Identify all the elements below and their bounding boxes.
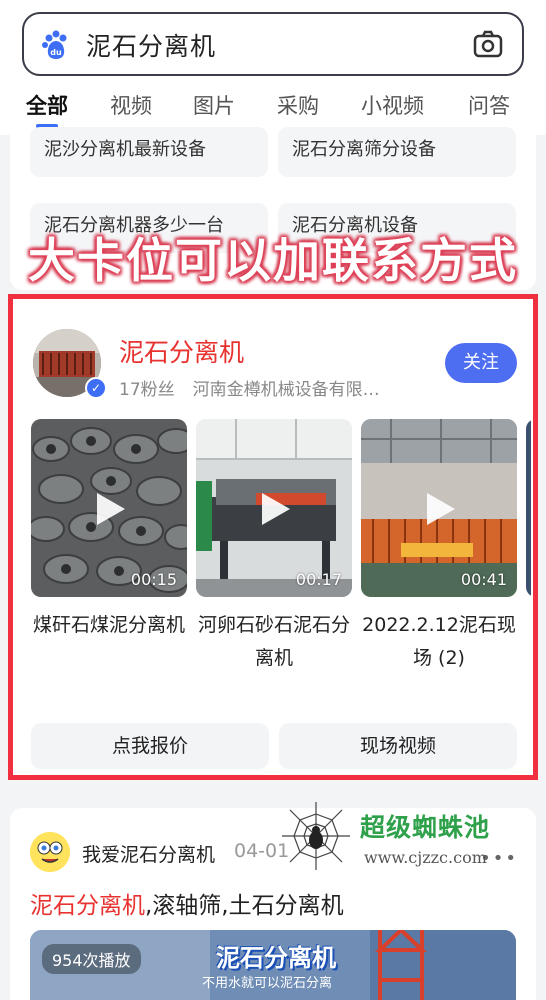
related-search-chip[interactable]: 泥石分离筛分设备 (278, 127, 516, 177)
watermark-url: www.cjzzc.com (364, 848, 487, 867)
tab-bar: 全部 视频 图片 采购 小视频 问答 (0, 88, 546, 128)
cartoon-avatar-icon (30, 832, 70, 872)
annotation-overlay: 大卡位可以加联系方式 (28, 234, 518, 289)
video-duration: 00:41 (460, 570, 507, 589)
video-duration: 00:15 (130, 570, 177, 589)
spider-web-icon (282, 802, 350, 870)
result-video-thumbnail[interactable]: 954次播放 泥石分离机 不用水就可以泥石分离 (30, 930, 516, 1000)
play-icon[interactable] (256, 491, 292, 527)
tab-images[interactable]: 图片 (193, 90, 235, 120)
profile-name[interactable]: 泥石分离机 (119, 333, 244, 369)
video-carousel[interactable]: 00:15 煤矸石煤泥分离机 00:17 河卵石砂石泥石分离机 00:41 20… (31, 419, 531, 699)
video-thumbnail[interactable]: 00:17 (196, 419, 352, 597)
watermark-title: 超级蜘蛛池 (360, 813, 491, 842)
video-thumbnail[interactable]: 00:15 (31, 419, 187, 597)
video-thumbnail[interactable] (526, 419, 531, 597)
video-title[interactable]: 煤矸石煤泥分离机 (31, 609, 187, 642)
company-name: 河南金樽机械设备有限… (192, 380, 380, 400)
tab-all[interactable]: 全部 (26, 90, 68, 120)
result-title[interactable]: 泥石分离机,滚轴筛,土石分离机 (30, 886, 344, 920)
avatar[interactable] (30, 832, 70, 872)
video-title[interactable]: 2022.2.12泥石现场 (2) (361, 609, 517, 675)
follow-button[interactable]: 关注 (445, 343, 517, 383)
search-input[interactable]: du 泥石分离机 (22, 12, 524, 76)
play-icon[interactable] (91, 491, 127, 527)
video-title[interactable]: 河卵石砂石泥石分离机 (196, 609, 352, 675)
verified-badge-icon: ✓ (85, 377, 107, 399)
related-search-chip[interactable]: 泥沙分离机最新设备 (30, 127, 268, 177)
play-icon[interactable] (421, 491, 457, 527)
video-card[interactable]: 00:15 煤矸石煤泥分离机 (31, 419, 187, 642)
result-title-rest: ,滚轴筛,土石分离机 (145, 893, 344, 919)
get-quote-button[interactable]: 点我报价 (31, 723, 269, 769)
thumbnail-brand-text: 泥石分离机 (216, 944, 336, 972)
video-duration: 00:17 (295, 570, 342, 589)
follower-count: 17粉丝 (119, 380, 175, 400)
tab-short-video[interactable]: 小视频 (361, 90, 424, 120)
video-card[interactable]: 00:17 河卵石砂石泥石分离机 (196, 419, 352, 675)
svg-text:du: du (50, 48, 62, 57)
baidu-paw-icon: du (42, 30, 67, 59)
tab-qa[interactable]: 问答 (468, 90, 510, 120)
profile-meta: 17粉丝 河南金樽机械设备有限… (119, 375, 380, 400)
profile-card-highlight: ✓ 泥石分离机 17粉丝 河南金樽机械设备有限… 关注 00:15 煤矸石煤泥分… (8, 294, 538, 780)
search-header: du 泥石分离机 全部 视频 图片 采购 小视频 问答 (0, 0, 546, 135)
search-query: 泥石分离机 (86, 32, 217, 61)
result-title-highlight: 泥石分离机 (30, 893, 145, 919)
play-count: 954次播放 (42, 944, 141, 974)
camera-icon[interactable] (472, 29, 504, 59)
tab-video[interactable]: 视频 (110, 90, 152, 120)
video-thumbnail[interactable]: 00:41 (361, 419, 517, 597)
video-card[interactable]: 00:41 2022.2.12泥石现场 (2) (361, 419, 517, 675)
site-video-button[interactable]: 现场视频 (279, 723, 517, 769)
video-card-peek[interactable] (526, 419, 531, 597)
watermark: 超级蜘蛛池 www.cjzzc.com (280, 800, 516, 878)
thumbnail-caption: 不用水就可以泥石分离 (202, 976, 333, 991)
result-author[interactable]: 我爱泥石分离机 (82, 840, 215, 867)
tab-purchase[interactable]: 采购 (277, 90, 319, 120)
